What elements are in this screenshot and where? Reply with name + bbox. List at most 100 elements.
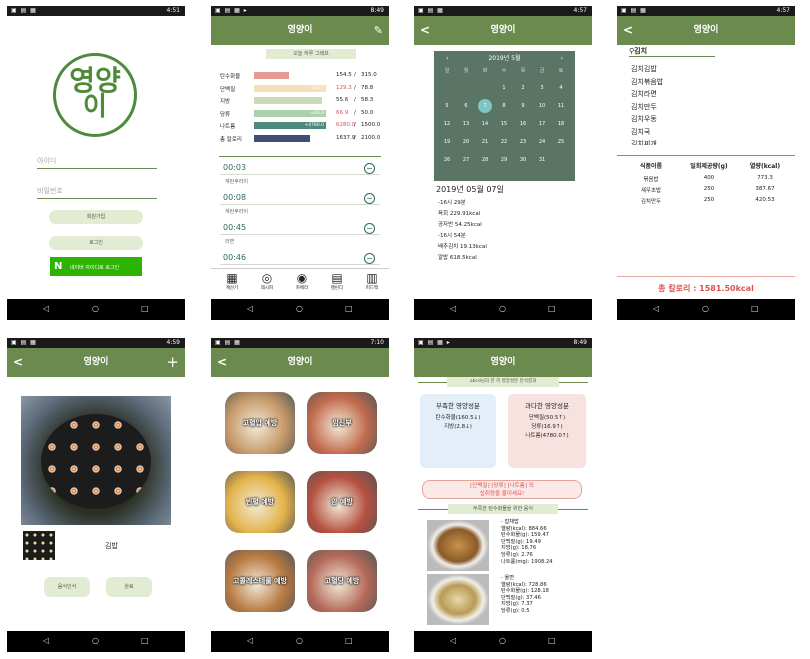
add-icon[interactable]: + <box>166 348 179 377</box>
calendar-day[interactable]: 28 <box>478 153 492 167</box>
back-icon[interactable]: < <box>13 348 23 377</box>
tab-camera[interactable]: ◉ 카메라 <box>287 271 317 291</box>
tab-recipe[interactable]: ◎ 레시피 <box>252 271 282 291</box>
search-result-item[interactable]: 김치우동 <box>631 114 657 124</box>
home-nav-icon[interactable]: ○ <box>499 304 506 313</box>
back-nav-icon[interactable]: ◁ <box>247 304 253 313</box>
calendar-day[interactable]: 15 <box>497 117 511 131</box>
status-bar: ▣ ▤ ▦ 4:59 <box>7 338 185 348</box>
calendar-day[interactable]: 6 <box>459 99 473 113</box>
next-month-icon[interactable]: › <box>561 51 563 67</box>
search-result-item[interactable]: 김치국 <box>631 127 650 137</box>
calendar-day[interactable]: 14 <box>478 117 492 131</box>
calendar-day[interactable]: 18 <box>554 117 568 131</box>
recent-nav-icon[interactable]: □ <box>548 636 556 645</box>
calendar-day[interactable]: 11 <box>554 99 568 113</box>
food-photo-2 <box>427 574 489 625</box>
calendar-day[interactable]: 9 <box>516 99 530 113</box>
search-result-item[interactable]: 김치라면 <box>631 89 657 99</box>
calendar-day[interactable]: 19 <box>440 135 454 149</box>
remove-meal-icon[interactable]: − <box>364 163 375 174</box>
meal-food: 계란후라이 <box>225 209 249 215</box>
calendar-day[interactable]: 4 <box>554 81 568 95</box>
calendar-day[interactable]: 20 <box>459 135 473 149</box>
back-nav-icon[interactable]: ◁ <box>653 304 659 313</box>
calendar-day[interactable]: 24 <box>535 135 549 149</box>
category-card[interactable]: 고콜레스테롤 예방 <box>225 550 295 612</box>
calendar-day[interactable]: 30 <box>516 153 530 167</box>
calendar-day[interactable]: 22 <box>497 135 511 149</box>
home-nav-icon[interactable]: ○ <box>92 636 99 645</box>
search-result-item[interactable]: 김치만두 <box>631 102 657 112</box>
back-icon[interactable]: < <box>623 16 633 45</box>
naver-login-button[interactable]: N 네이버 아이디로 로그인 <box>50 257 142 276</box>
id-field[interactable]: 아이디 <box>37 156 157 169</box>
search-result-item[interactable]: 김치찌개 <box>631 139 657 145</box>
back-nav-icon[interactable]: ◁ <box>247 636 253 645</box>
back-icon[interactable]: < <box>217 348 227 377</box>
done-button[interactable]: 완료 <box>106 577 152 597</box>
category-card[interactable]: 암 예방 <box>307 471 377 533</box>
recent-nav-icon[interactable]: □ <box>141 304 149 313</box>
remove-meal-icon[interactable]: − <box>364 223 375 234</box>
tab-feedback[interactable]: ▥ 피드백 <box>357 271 387 291</box>
calendar-day[interactable]: 13 <box>459 117 473 131</box>
recognize-button[interactable]: 음식인식 <box>44 577 90 597</box>
back-nav-icon[interactable]: ◁ <box>450 304 456 313</box>
calendar-day[interactable]: 12 <box>440 117 454 131</box>
recent-nav-icon[interactable]: □ <box>751 304 759 313</box>
recent-nav-icon[interactable]: □ <box>548 304 556 313</box>
prev-month-icon[interactable]: ‹ <box>446 51 448 67</box>
home-nav-icon[interactable]: ○ <box>702 304 709 313</box>
calendar-day[interactable]: 23 <box>516 135 530 149</box>
calendar-day[interactable]: 26 <box>440 153 454 167</box>
calendar-day[interactable]: 16 <box>516 117 530 131</box>
calendar-day[interactable]: 1 <box>497 81 511 95</box>
category-card[interactable]: 임신부 <box>307 392 377 454</box>
password-field[interactable]: 비밀번호 <box>37 186 157 199</box>
food-info-line: 탄수화물(g): 128.18 <box>501 588 549 595</box>
search-input[interactable]: ⚲김치 <box>629 46 715 57</box>
calendar-day[interactable]: 10 <box>535 99 549 113</box>
calendar-day[interactable]: 29 <box>497 153 511 167</box>
tab-calculator[interactable]: ▦ 계산기 <box>217 271 247 291</box>
home-nav-icon[interactable]: ○ <box>92 304 99 313</box>
calendar-day[interactable]: 25 <box>554 135 568 149</box>
remove-meal-icon[interactable]: − <box>364 193 375 204</box>
edit-note-icon[interactable]: ✎ <box>374 16 383 45</box>
calendar-day[interactable]: 21 <box>478 135 492 149</box>
selected-day[interactable]: 7 <box>478 99 492 113</box>
back-icon[interactable]: < <box>420 16 430 45</box>
home-nav-icon[interactable]: ○ <box>296 636 303 645</box>
calendar-day[interactable]: 31 <box>535 153 549 167</box>
category-card[interactable]: 빈혈 예방 <box>225 471 295 533</box>
login-button[interactable]: 로그인 <box>49 236 143 250</box>
food-photo-1 <box>427 520 489 571</box>
calendar-day[interactable]: 27 <box>459 153 473 167</box>
over-box: 과다한 영양성분 단백질(50.5↑) 당류(16.9↑) 나트륨(4780.0↑) <box>508 394 586 468</box>
camera-icon: ◉ <box>296 271 308 285</box>
recent-nav-icon[interactable]: □ <box>345 304 353 313</box>
category-card[interactable]: 고혈압 예방 <box>225 392 295 454</box>
tab-calendar[interactable]: ▤ 캘린더 <box>322 271 352 291</box>
analysis-screen: ▣ ▤ ▦ ▸ 8:49 영양이 abcd님의 한 끼 영양성분 분석결과 부족한… <box>414 338 592 652</box>
calendar-day[interactable]: 3 <box>535 81 549 95</box>
remove-meal-icon[interactable]: − <box>364 253 375 264</box>
search-result-item[interactable]: 김치볶음밥 <box>631 77 663 87</box>
search-result-item[interactable]: 김치김밥 <box>631 64 657 74</box>
kimbap-slices <box>41 414 151 509</box>
calendar-day[interactable]: 8 <box>497 99 511 113</box>
back-nav-icon[interactable]: ◁ <box>43 304 49 313</box>
home-nav-icon[interactable]: ○ <box>499 636 506 645</box>
back-nav-icon[interactable]: ◁ <box>450 636 456 645</box>
food-info-2: - 울면 열량(kcal): 728.86 탄수화물(g): 128.18 단백질(g… <box>501 575 549 615</box>
calendar-day[interactable]: 5 <box>440 99 454 113</box>
signup-button[interactable]: 회원가입 <box>49 210 143 224</box>
recent-nav-icon[interactable]: □ <box>345 636 353 645</box>
category-card[interactable]: 고혈당 예방 <box>307 550 377 612</box>
recent-nav-icon[interactable]: □ <box>141 636 149 645</box>
calendar-day[interactable]: 17 <box>535 117 549 131</box>
calendar-day[interactable]: 2 <box>516 81 530 95</box>
back-nav-icon[interactable]: ◁ <box>43 636 49 645</box>
home-nav-icon[interactable]: ○ <box>296 304 303 313</box>
